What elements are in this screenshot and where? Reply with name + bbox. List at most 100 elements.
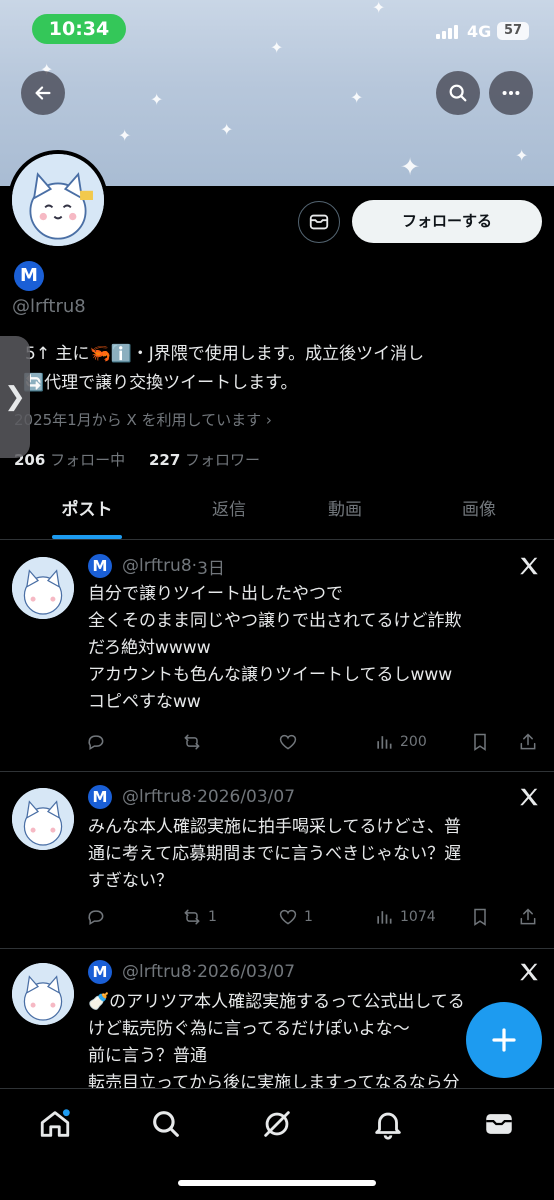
post-item[interactable]: M @lrftru8 · 3日 自分で譲りツイート出したやつで 全くそのまま同じやつ… [0, 541, 554, 772]
post-text: みんな本人確認実施に拍手喝采してるけどさ、普 通に考えて応募期間までに言うべきじ… [88, 814, 543, 895]
star-decoration: ✦ [400, 153, 421, 181]
reply-icon [88, 910, 104, 925]
views-count: 200 [400, 734, 427, 750]
plus-icon [492, 1028, 516, 1052]
post-line: アカウントも色んな譲りツイートしてるしwww [88, 665, 453, 685]
share-icon [520, 908, 536, 925]
grok-icon[interactable] [260, 1107, 294, 1141]
post-avatar[interactable] [12, 963, 74, 1025]
cat-avatar-image [12, 557, 74, 619]
post-item[interactable]: M @lrftru8 · 2026/03/07 みんな本人確認実施に拍手喝采してるけ… [0, 772, 554, 949]
profile-tabs: ポスト 返信 動画 画像 [0, 484, 554, 540]
status-bar: 10:34 4G 57 [0, 0, 554, 60]
post-text: 自分で譲りツイート出したやつで 全くそのまま同じやつ譲りで出されてるけど詐欺 だ… [88, 581, 543, 716]
compose-button[interactable] [466, 1002, 542, 1078]
views-button[interactable]: 200 [374, 730, 427, 754]
author-badge: M [88, 960, 112, 984]
reply-button[interactable] [86, 730, 112, 754]
tab-videos[interactable]: 動画 [288, 484, 402, 540]
display-name-badge: M [14, 261, 44, 291]
share-button[interactable] [518, 905, 544, 929]
envelope-icon[interactable] [482, 1107, 516, 1141]
views-count: 1074 [400, 909, 436, 925]
star-decoration: ✦ [515, 146, 529, 165]
message-button[interactable] [298, 201, 340, 243]
envelope-icon [309, 214, 329, 230]
network-label: 4G [467, 22, 492, 41]
search-icon[interactable] [149, 1107, 183, 1141]
chevron-right-icon: ❯ [4, 382, 26, 412]
followers-count: 227 [148, 451, 181, 469]
views-icon [377, 736, 392, 749]
post-line: 自分で譲りツイート出したやつで [88, 584, 343, 604]
star-decoration: ✦ [150, 90, 164, 109]
post-line: コピペすなww [88, 692, 201, 712]
back-button[interactable] [21, 71, 65, 115]
post-avatar[interactable] [12, 788, 74, 850]
like-button[interactable] [278, 730, 304, 754]
profile-bio: 5↑ 主に🦐ℹ️・J界隈で使用します。成立後ツイ消し 🔄代理で譲り交換ツイートし… [0, 340, 554, 398]
joined-text: 2025年1月から X を利用しています [14, 411, 262, 429]
profile-handle: @lrftru8 [12, 296, 86, 317]
status-time: 10:34 [32, 14, 126, 44]
followers-label: フォロワー [185, 451, 261, 469]
follow-button[interactable]: フォローする [352, 200, 542, 243]
search-icon [449, 84, 467, 102]
like-button[interactable]: 1 [278, 905, 313, 929]
post-time: 2026/03/07 [197, 962, 296, 982]
repost-icon [184, 909, 200, 925]
repost-button[interactable] [182, 730, 208, 754]
joined-date[interactable]: 2025年1月から X を利用しています › [14, 409, 272, 430]
cat-avatar-image [12, 154, 104, 246]
following-label: フォロー中 [50, 451, 126, 469]
bio-line: 🔄代理で譲り交換ツイートします。 [23, 373, 298, 393]
bookmark-icon [474, 908, 486, 926]
post-avatar[interactable] [12, 557, 74, 619]
x-logo-icon [520, 963, 538, 981]
profile-avatar[interactable] [8, 150, 108, 250]
author-badge: M [88, 554, 112, 578]
post-line: 🍼のアリツア本人確認実施するって公式出してる [88, 992, 465, 1012]
repost-button[interactable]: 1 [182, 905, 217, 929]
home-indicator [178, 1180, 376, 1186]
tab-images[interactable]: 画像 [422, 484, 536, 540]
home-icon[interactable] [38, 1107, 72, 1141]
bell-icon[interactable] [371, 1107, 405, 1141]
post-line: みんな本人確認実施に拍手喝采してるけどさ、普 [88, 817, 461, 837]
following-link[interactable]: 206 フォロー中 [14, 451, 125, 469]
post-handle: @lrftru8 [122, 556, 192, 576]
author-badge: M [88, 785, 112, 809]
share-button[interactable] [518, 730, 544, 754]
share-icon [520, 733, 536, 750]
reply-button[interactable] [86, 905, 112, 929]
bookmark-icon [474, 733, 486, 751]
post-header: M @lrftru8 · 2026/03/07 [88, 784, 295, 810]
post-header: M @lrftru8 · 3日 [88, 553, 225, 579]
more-button[interactable] [489, 71, 533, 115]
post-actions: 1 1 1074 [86, 905, 542, 929]
bookmark-button[interactable] [470, 730, 496, 754]
bio-line: 5↑ 主に🦐ℹ️・J界隈で使用します。成立後ツイ消し [25, 344, 425, 364]
active-tab-indicator [52, 535, 122, 539]
views-button[interactable]: 1074 [374, 905, 436, 929]
tab-posts[interactable]: ポスト [30, 484, 144, 540]
views-icon [377, 911, 392, 924]
bookmark-button[interactable] [470, 905, 496, 929]
post-line: すぎない？ [88, 871, 173, 891]
post-header: M @lrftru8 · 2026/03/07 [88, 959, 295, 985]
repost-count: 1 [208, 909, 217, 925]
reply-icon [88, 735, 104, 750]
post-time: 3日 [197, 558, 225, 579]
post-line: 通に考えて応募期間までに言うべきじゃない？遅 [88, 844, 462, 864]
post-handle: @lrftru8 [122, 962, 192, 982]
heart-icon [279, 734, 297, 750]
star-decoration: ✦ [350, 88, 364, 107]
arrow-left-icon [35, 86, 51, 100]
star-decoration: ✦ [220, 120, 234, 139]
post-line: だろ絶対wwww [88, 638, 211, 658]
chevron-right-icon: › [265, 411, 272, 429]
search-button[interactable] [436, 71, 480, 115]
side-panel-handle[interactable]: ❯ [0, 336, 30, 458]
tab-replies[interactable]: 返信 [172, 484, 286, 540]
followers-link[interactable]: 227 フォロワー [149, 451, 260, 469]
